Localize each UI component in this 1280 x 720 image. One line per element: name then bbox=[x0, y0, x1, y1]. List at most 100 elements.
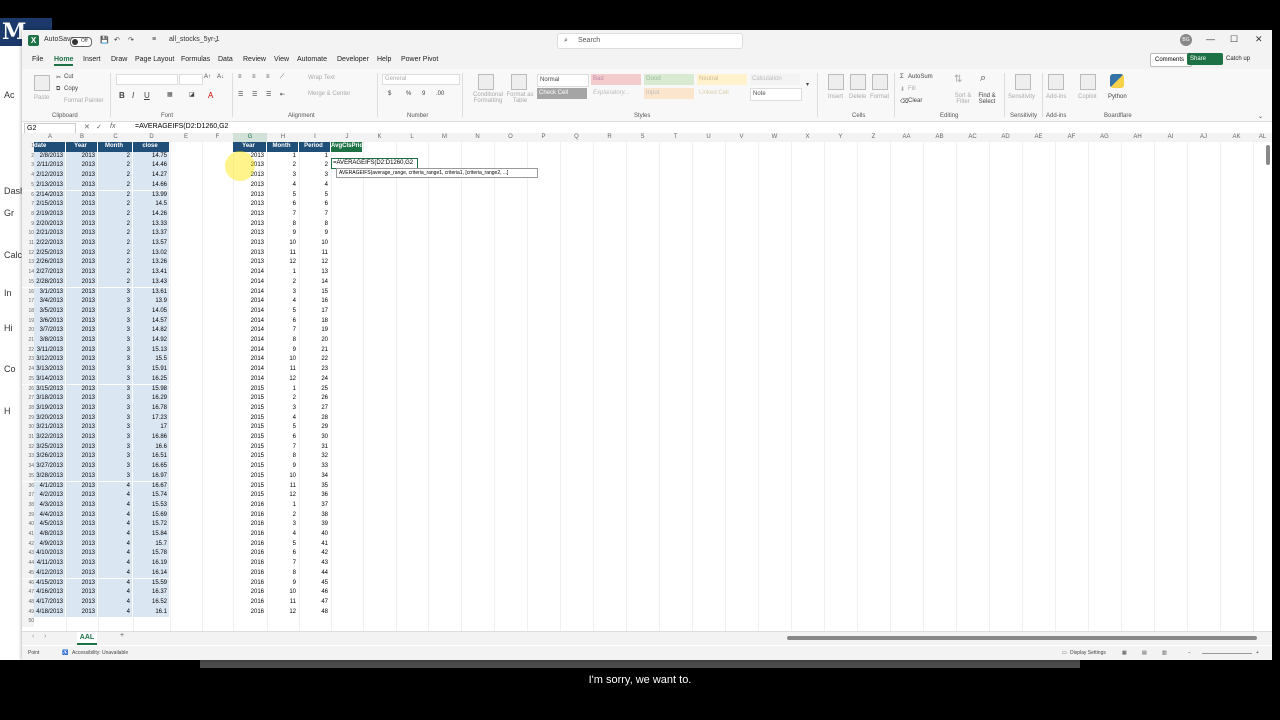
table-cell[interactable]: 2013 bbox=[66, 306, 97, 317]
orientation-icon[interactable]: ⟋ bbox=[280, 74, 284, 81]
row-header[interactable]: 21 bbox=[22, 336, 34, 346]
python-icon[interactable] bbox=[1110, 74, 1124, 88]
table-cell[interactable]: 3/11/2013 bbox=[34, 345, 65, 356]
styles-more-icon[interactable]: ▾ bbox=[806, 81, 809, 88]
comments-button[interactable]: Comments bbox=[1150, 53, 1192, 67]
table-cell[interactable]: 2013 bbox=[66, 180, 97, 191]
table-cell[interactable]: 2013 bbox=[66, 549, 97, 560]
table-cell[interactable]: 36 bbox=[299, 491, 330, 501]
table-cell[interactable]: 6 bbox=[299, 200, 330, 210]
table-cell[interactable]: 3 bbox=[267, 288, 298, 298]
table-cell[interactable]: 12 bbox=[299, 258, 330, 268]
table-cell[interactable]: 2013 bbox=[66, 161, 97, 172]
table-cell[interactable]: 2013 bbox=[66, 597, 97, 608]
row-header[interactable]: 32 bbox=[22, 442, 34, 453]
column-header[interactable]: S bbox=[626, 133, 660, 142]
sensitivity-icon[interactable] bbox=[1015, 74, 1031, 90]
table-cell[interactable]: 4/12/2013 bbox=[34, 568, 65, 579]
row-header[interactable]: 34 bbox=[22, 462, 34, 472]
table-cell[interactable]: 2 bbox=[267, 394, 298, 404]
table-cell[interactable]: 13.37 bbox=[133, 229, 169, 239]
table-cell[interactable]: 2016 bbox=[233, 501, 266, 511]
table-cell[interactable]: 7 bbox=[267, 443, 298, 453]
table-cell[interactable]: 2015 bbox=[233, 452, 266, 462]
table-cell[interactable]: 2 bbox=[98, 229, 132, 239]
table-cell[interactable]: 15.13 bbox=[133, 345, 169, 356]
table-cell[interactable]: 2013 bbox=[66, 384, 97, 395]
add-sheet-icon[interactable]: + bbox=[120, 632, 124, 639]
merge-center-button[interactable]: Merge & Center bbox=[308, 91, 350, 97]
table-cell[interactable]: 4 bbox=[267, 181, 298, 191]
row-header[interactable]: 45 bbox=[22, 568, 34, 579]
table-cell[interactable]: 2013 bbox=[66, 462, 97, 472]
row-header[interactable]: 2 bbox=[22, 151, 34, 162]
table-cell[interactable]: 8 bbox=[267, 336, 298, 346]
page-break-view-icon[interactable]: ▥ bbox=[1162, 650, 1167, 656]
tab-developer[interactable]: Developer bbox=[337, 56, 369, 63]
table-cell[interactable]: 2013 bbox=[66, 239, 97, 249]
column-header[interactable]: B bbox=[66, 133, 99, 142]
table-cell[interactable]: 3/15/2013 bbox=[34, 384, 65, 395]
table-cell[interactable]: 2 bbox=[98, 239, 132, 249]
maximize-icon[interactable]: ☐ bbox=[1230, 34, 1238, 45]
style-input[interactable]: Input bbox=[644, 88, 694, 99]
table-cell[interactable]: 2015 bbox=[233, 462, 266, 472]
table-cell[interactable]: 2013 bbox=[66, 287, 97, 298]
table-cell[interactable]: 3 bbox=[98, 355, 132, 366]
table-cell[interactable]: 2013 bbox=[66, 568, 97, 579]
table-cell[interactable]: 3/19/2013 bbox=[34, 403, 65, 414]
cancel-icon[interactable]: ✕ bbox=[84, 123, 90, 131]
table-cell[interactable]: 4/16/2013 bbox=[34, 588, 65, 598]
table-cell[interactable]: 2013 bbox=[66, 229, 97, 239]
column-header[interactable]: P bbox=[527, 133, 561, 142]
table-cell[interactable]: 5 bbox=[267, 540, 298, 550]
tab-file[interactable]: File bbox=[32, 56, 43, 63]
table-cell[interactable]: 10 bbox=[267, 588, 298, 598]
table-cell[interactable]: 3/13/2013 bbox=[34, 365, 65, 375]
row-header[interactable]: 30 bbox=[22, 423, 34, 433]
tab-help[interactable]: Help bbox=[377, 56, 391, 63]
table-cell[interactable]: 2013 bbox=[66, 171, 97, 181]
table-cell[interactable]: 47 bbox=[299, 598, 330, 608]
table-cell[interactable]: 13.26 bbox=[133, 258, 169, 269]
tab-insert[interactable]: Insert bbox=[83, 56, 101, 63]
table-cell[interactable]: 6 bbox=[267, 200, 298, 210]
table-cell[interactable]: 17.23 bbox=[133, 413, 169, 424]
table-cell[interactable]: 11 bbox=[267, 598, 298, 608]
table-cell[interactable]: 9 bbox=[299, 229, 330, 239]
style-bad[interactable]: Bad bbox=[591, 74, 641, 85]
cut-icon[interactable]: ✂ bbox=[56, 74, 61, 81]
table-cell[interactable]: 2016 bbox=[233, 588, 266, 598]
table-cell[interactable]: 1 bbox=[267, 385, 298, 395]
font-name-select[interactable] bbox=[116, 74, 178, 85]
table-cell[interactable]: 30 bbox=[299, 433, 330, 443]
zoom-in-icon[interactable]: + bbox=[1256, 650, 1259, 656]
table-cell[interactable]: 2016 bbox=[233, 569, 266, 579]
table-cell[interactable]: 4 bbox=[98, 520, 132, 530]
table-cell[interactable]: 9 bbox=[267, 462, 298, 472]
table-cell[interactable]: 2013 bbox=[233, 220, 266, 230]
table-cell[interactable]: 41 bbox=[299, 540, 330, 550]
table-cell[interactable]: 7 bbox=[267, 559, 298, 569]
table-cell[interactable]: 3 bbox=[299, 171, 330, 181]
table-cell[interactable]: 3 bbox=[98, 336, 132, 346]
table-cell[interactable]: 2014 bbox=[233, 278, 266, 288]
column-header[interactable]: L bbox=[396, 133, 429, 142]
decrease-font-icon[interactable]: A↓ bbox=[217, 74, 224, 80]
insert-cells-button[interactable]: Insert bbox=[828, 94, 843, 100]
table-cell[interactable]: 5 bbox=[267, 423, 298, 433]
table-cell[interactable]: 2014 bbox=[233, 307, 266, 317]
table-cell[interactable]: 8 bbox=[267, 452, 298, 462]
table-cell[interactable]: 2015 bbox=[233, 385, 266, 395]
table-cell[interactable]: 4/4/2013 bbox=[34, 510, 65, 521]
column-header[interactable]: G bbox=[233, 133, 268, 142]
table-cell[interactable]: 32 bbox=[299, 452, 330, 462]
column-header[interactable]: X bbox=[791, 133, 825, 142]
table-cell[interactable]: 22 bbox=[299, 355, 330, 365]
table-cell[interactable]: 2013 bbox=[66, 365, 97, 375]
currency-icon[interactable]: $ bbox=[388, 91, 391, 97]
table-cell[interactable]: 34 bbox=[299, 472, 330, 482]
table-cell[interactable]: 2/26/2013 bbox=[34, 258, 65, 269]
row-header[interactable]: 47 bbox=[22, 588, 34, 598]
column-header[interactable]: M bbox=[428, 133, 462, 142]
